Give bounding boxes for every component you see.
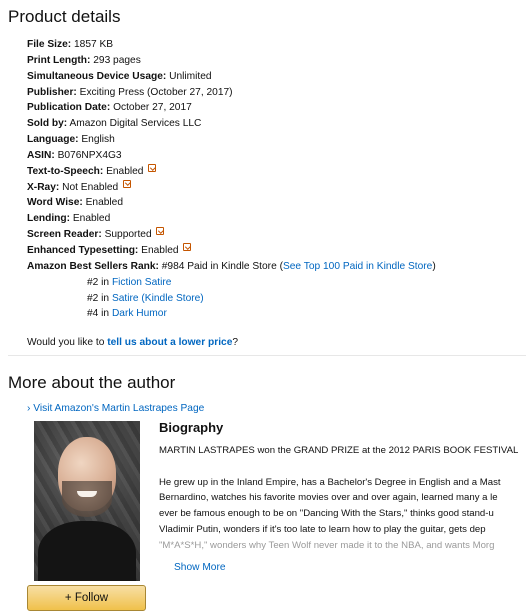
detail-publication-date: Publication Date: October 27, 2017 — [27, 100, 522, 116]
detail-xray: X-Ray: Not Enabled — [27, 179, 522, 196]
detail-label: Publisher: — [27, 86, 77, 98]
biography-line: He grew up in the Inland Empire, has a B… — [159, 476, 501, 488]
chevron-down-icon[interactable] — [156, 227, 165, 236]
visit-author-page-link[interactable]: › Visit Amazon's Martin Lastrapes Page — [27, 403, 204, 414]
detail-label: ASIN: — [27, 149, 55, 161]
detail-publisher: Publisher: Exciting Press (October 27, 2… — [27, 85, 522, 101]
detail-asin: ASIN: B076NPX4G3 — [27, 148, 522, 164]
biography-line: Vladimir Putin, wonders if it's too late… — [159, 523, 486, 535]
detail-lending: Lending: Enabled — [27, 211, 522, 227]
detail-label: Screen Reader: — [27, 229, 102, 241]
detail-file-size: File Size: 1857 KB — [27, 37, 522, 53]
detail-label: Amazon Best Sellers Rank: — [27, 260, 159, 272]
biography-text: MARTIN LASTRAPES won the GRAND PRIZE at … — [159, 443, 526, 554]
detail-enhanced-typesetting: Enhanced Typesetting: Enabled — [27, 243, 522, 259]
product-page: Product details File Size: 1857 KB Print… — [0, 0, 526, 614]
detail-value: October 27, 2017 — [113, 102, 192, 114]
detail-label: Language: — [27, 134, 79, 146]
chevron-down-icon[interactable] — [123, 179, 132, 188]
product-details-heading: Product details — [8, 7, 121, 26]
photo-shirt — [38, 521, 136, 581]
detail-print-length: Print Length: 293 pages — [27, 53, 522, 69]
detail-label: Text-to-Speech: — [27, 165, 104, 177]
detail-value: English — [81, 134, 115, 146]
detail-value: 293 pages — [93, 54, 141, 66]
follow-button[interactable]: + Follow — [27, 585, 146, 611]
detail-value: 1857 KB — [74, 39, 114, 50]
category-link-satire[interactable]: Satire — [112, 293, 139, 304]
detail-text-to-speech: Text-to-Speech: Enabled — [27, 164, 522, 180]
sub-rank-number: #4 in — [87, 308, 110, 320]
detail-value: Enabled — [72, 213, 111, 225]
sub-rank-row: #4 in Dark Humor — [27, 306, 522, 322]
photo-smile — [77, 491, 97, 497]
show-more-link[interactable]: Show More — [174, 562, 226, 573]
sub-rank-number: #2 in — [87, 292, 110, 304]
detail-value: Not Enabled — [62, 181, 119, 193]
author-heading: More about the author — [8, 373, 176, 392]
detail-value: Supported — [104, 229, 152, 241]
lower-price-link[interactable]: tell us about a lower price — [107, 337, 232, 348]
biography-gap — [159, 459, 526, 475]
detail-device-usage: Simultaneous Device Usage: Unlimited — [27, 69, 522, 85]
detail-label: File Size: — [27, 39, 72, 50]
detail-best-sellers-rank: Amazon Best Sellers Rank: #984 Paid in K… — [27, 259, 522, 275]
product-details-list: File Size: 1857 KB Print Length: 293 pag… — [27, 37, 522, 322]
detail-label: Print Length: — [27, 54, 91, 66]
section-divider — [8, 355, 526, 356]
detail-value: Enabled — [85, 197, 123, 209]
detail-language: Language: English — [27, 132, 522, 148]
sub-rank-row: #2 in Fiction Satire — [27, 275, 522, 291]
detail-label: Simultaneous Device Usage: — [27, 70, 167, 82]
detail-label: Lending: — [27, 213, 71, 225]
detail-value: B076NPX4G3 — [57, 149, 122, 161]
photo-beard — [62, 481, 112, 517]
detail-label: Word Wise: — [27, 197, 83, 209]
detail-value: Enabled — [141, 244, 179, 256]
detail-word-wise: Word Wise: Enabled — [27, 195, 522, 211]
detail-value: Exciting Press (October 27, 2017) — [79, 86, 233, 98]
detail-label: X-Ray: — [27, 181, 60, 193]
biography-line: MARTIN LASTRAPES won the GRAND PRIZE at … — [159, 445, 519, 456]
detail-screen-reader: Screen Reader: Supported — [27, 227, 522, 243]
chevron-down-icon[interactable] — [148, 164, 157, 173]
detail-sold-by: Sold by: Amazon Digital Services LLC — [27, 116, 522, 132]
chevron-down-icon[interactable] — [183, 243, 192, 252]
category-link-dark-humor[interactable]: Dark Humor — [112, 308, 167, 319]
category-link-kindle-store[interactable]: (Kindle Store) — [141, 293, 203, 304]
biography-line: ever be famous enough to be on "Dancing … — [159, 508, 494, 520]
lower-price-prompt: Would you like to tell us about a lower … — [27, 337, 238, 348]
detail-value: Enabled — [106, 165, 144, 177]
detail-value: Unlimited — [169, 70, 212, 82]
lower-price-prefix: Would you like to — [27, 337, 105, 348]
biography-heading: Biography — [159, 420, 224, 435]
rank-close: ) — [432, 260, 436, 272]
author-photo[interactable] — [34, 421, 140, 581]
detail-label: Publication Date: — [27, 102, 111, 114]
top-100-link[interactable]: See Top 100 Paid in Kindle Store — [283, 261, 432, 272]
biography-line: "M*A*S*H," wonders why Teen Wolf never m… — [159, 539, 495, 551]
sub-rank-row: #2 in Satire (Kindle Store) — [27, 291, 522, 307]
sub-rank-number: #2 in — [87, 276, 110, 288]
detail-value: Amazon Digital Services LLC — [69, 118, 202, 130]
rank-value: #984 Paid in Kindle Store ( — [161, 260, 283, 272]
detail-label: Enhanced Typesetting: — [27, 244, 139, 256]
detail-label: Sold by: — [27, 118, 68, 130]
lower-price-suffix: ? — [232, 337, 239, 348]
category-link-fiction-satire[interactable]: Fiction Satire — [112, 277, 171, 288]
biography-line: Bernardino, watches his favorite movies … — [159, 492, 498, 504]
